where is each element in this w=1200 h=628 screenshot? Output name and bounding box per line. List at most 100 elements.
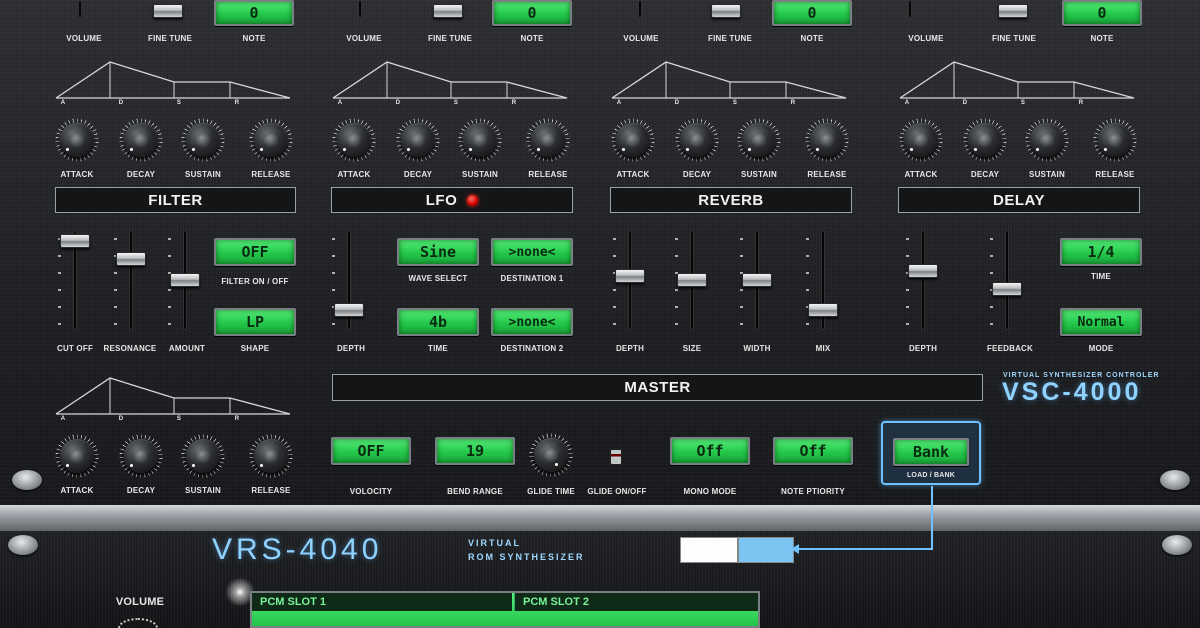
volume-slider-1[interactable] bbox=[78, 0, 82, 18]
decay-knob[interactable] bbox=[968, 123, 1002, 157]
decay-knob[interactable] bbox=[680, 123, 714, 157]
note-display-3[interactable]: 0 bbox=[772, 0, 852, 26]
slider-tick bbox=[906, 323, 909, 325]
note-priority-label: NOTE PTIORITY bbox=[781, 487, 845, 496]
mono-mode-display[interactable]: Off bbox=[670, 437, 750, 465]
release-knob[interactable] bbox=[531, 123, 565, 157]
knob-indicator-icon bbox=[66, 148, 69, 151]
note-priority-display[interactable]: Off bbox=[773, 437, 853, 465]
slider-tick bbox=[806, 272, 809, 274]
attack-knob[interactable] bbox=[60, 123, 94, 157]
shape-display[interactable]: LP bbox=[214, 308, 296, 336]
fine-tune-slider-2[interactable] bbox=[433, 4, 463, 18]
attack-knob[interactable] bbox=[337, 123, 371, 157]
note-display-4[interactable]: 0 bbox=[1062, 0, 1142, 26]
envelope-graph bbox=[899, 61, 1135, 99]
lfo-led-icon bbox=[467, 194, 479, 206]
reverb-title: REVERB bbox=[698, 191, 764, 209]
reverb-size-slider-handle[interactable] bbox=[677, 273, 707, 287]
envelope-letter-a: A bbox=[904, 100, 910, 106]
indicator-white-block bbox=[680, 537, 738, 563]
cut-off-slider-handle[interactable] bbox=[60, 234, 90, 249]
envelope-letter-r: R bbox=[511, 100, 517, 106]
envelope-letter-d: D bbox=[395, 100, 401, 106]
envelope-letter-a: A bbox=[616, 100, 622, 106]
decay-label: DECAY bbox=[970, 170, 1000, 179]
amount-slider-handle[interactable] bbox=[170, 273, 200, 287]
lfo-depth-slider-handle[interactable] bbox=[334, 303, 364, 318]
release-knob[interactable] bbox=[1098, 123, 1132, 157]
sustain-knob[interactable] bbox=[1030, 123, 1064, 157]
decay-knob[interactable] bbox=[124, 123, 158, 157]
vsc-4000-panel: 0 VOLUME FINE TUNE NOTE 0 VOLUME FINE TU… bbox=[0, 0, 1200, 505]
slider-tick bbox=[806, 255, 809, 257]
reverb-mix-slider-handle[interactable] bbox=[808, 303, 838, 318]
slider-tick bbox=[990, 323, 993, 325]
reverb-width-slider-handle[interactable] bbox=[742, 273, 772, 287]
decay-knob[interactable] bbox=[401, 123, 435, 157]
reverb-depth-slider-handle[interactable] bbox=[615, 268, 645, 283]
decay-knob[interactable] bbox=[124, 439, 158, 473]
decay-label: DECAY bbox=[682, 170, 712, 179]
sustain-knob[interactable] bbox=[742, 123, 776, 157]
release-knob[interactable] bbox=[254, 123, 288, 157]
fine-tune-slider-3[interactable] bbox=[711, 4, 741, 18]
slider-tick bbox=[806, 323, 809, 325]
knob-indicator-icon bbox=[622, 148, 625, 151]
envelope-letter-d: D bbox=[118, 416, 124, 422]
release-knob[interactable] bbox=[810, 123, 844, 157]
slider-tick bbox=[740, 306, 743, 308]
volume-slider-2[interactable] bbox=[358, 0, 362, 18]
pcm-slot-2-header[interactable]: PCM SLOT 2 bbox=[514, 593, 758, 611]
filter-on-off-display[interactable]: OFF bbox=[214, 238, 296, 266]
resonance-slider-handle[interactable] bbox=[116, 251, 146, 266]
knob-indicator-icon bbox=[748, 148, 751, 151]
envelope-letter-s: S bbox=[176, 100, 182, 106]
fine-tune-slider-4[interactable] bbox=[998, 4, 1028, 18]
knob-indicator-icon bbox=[192, 464, 195, 467]
destination-2-display[interactable]: >none< bbox=[491, 308, 573, 336]
note-display-1[interactable]: 0 bbox=[214, 0, 294, 26]
destination-1-display[interactable]: >none< bbox=[491, 238, 573, 266]
lfo-time-display[interactable]: 4b bbox=[397, 308, 479, 336]
pcm-slot-1-header[interactable]: PCM SLOT 1 bbox=[252, 593, 512, 611]
delay-time-display[interactable]: 1/4 bbox=[1060, 238, 1142, 266]
feedback-label: FEEDBACK bbox=[986, 344, 1034, 353]
envelope-curve bbox=[332, 61, 568, 99]
velocity-label: VOLOCITY bbox=[349, 487, 393, 496]
delay-mode-display[interactable]: Normal bbox=[1060, 308, 1142, 336]
attack-label: ATTACK bbox=[904, 170, 938, 179]
slider-tick bbox=[332, 323, 335, 325]
sustain-knob[interactable] bbox=[186, 123, 220, 157]
sustain-knob[interactable] bbox=[186, 439, 220, 473]
release-knob[interactable] bbox=[254, 439, 288, 473]
fine-tune-slider-1[interactable] bbox=[153, 4, 183, 18]
volume-slider-4[interactable] bbox=[908, 0, 912, 18]
slider-tick bbox=[806, 289, 809, 291]
feedback-slider-handle[interactable] bbox=[992, 281, 1022, 296]
envelope-letter-r: R bbox=[1078, 100, 1084, 106]
attack-knob[interactable] bbox=[904, 123, 938, 157]
volume-label-3: VOLUME bbox=[623, 34, 659, 43]
wave-select-display[interactable]: Sine bbox=[397, 238, 479, 266]
delay-depth-slider-handle[interactable] bbox=[908, 264, 938, 279]
glide-on-off-toggle[interactable] bbox=[610, 449, 622, 465]
knob-indicator-icon bbox=[1104, 148, 1107, 151]
glide-time-knob[interactable] bbox=[534, 438, 568, 472]
velocity-display[interactable]: OFF bbox=[331, 437, 411, 465]
bank-display[interactable]: Bank bbox=[893, 438, 969, 466]
attack-knob[interactable] bbox=[616, 123, 650, 157]
delay-depth-label: DEPTH bbox=[908, 344, 938, 353]
knob-indicator-icon bbox=[130, 148, 133, 151]
delay-header: DELAY bbox=[898, 187, 1140, 213]
knob-indicator-icon bbox=[407, 148, 410, 151]
delay-title: DELAY bbox=[993, 191, 1045, 209]
attack-knob[interactable] bbox=[60, 439, 94, 473]
lfo-depth-label: DEPTH bbox=[336, 344, 366, 353]
volume-slider-3[interactable] bbox=[638, 0, 642, 18]
bend-range-display[interactable]: 19 bbox=[435, 437, 515, 465]
note-display-2[interactable]: 0 bbox=[492, 0, 572, 26]
sustain-label: SUSTAIN bbox=[1029, 170, 1065, 179]
sustain-knob[interactable] bbox=[463, 123, 497, 157]
knob-indicator-icon bbox=[1036, 148, 1039, 151]
